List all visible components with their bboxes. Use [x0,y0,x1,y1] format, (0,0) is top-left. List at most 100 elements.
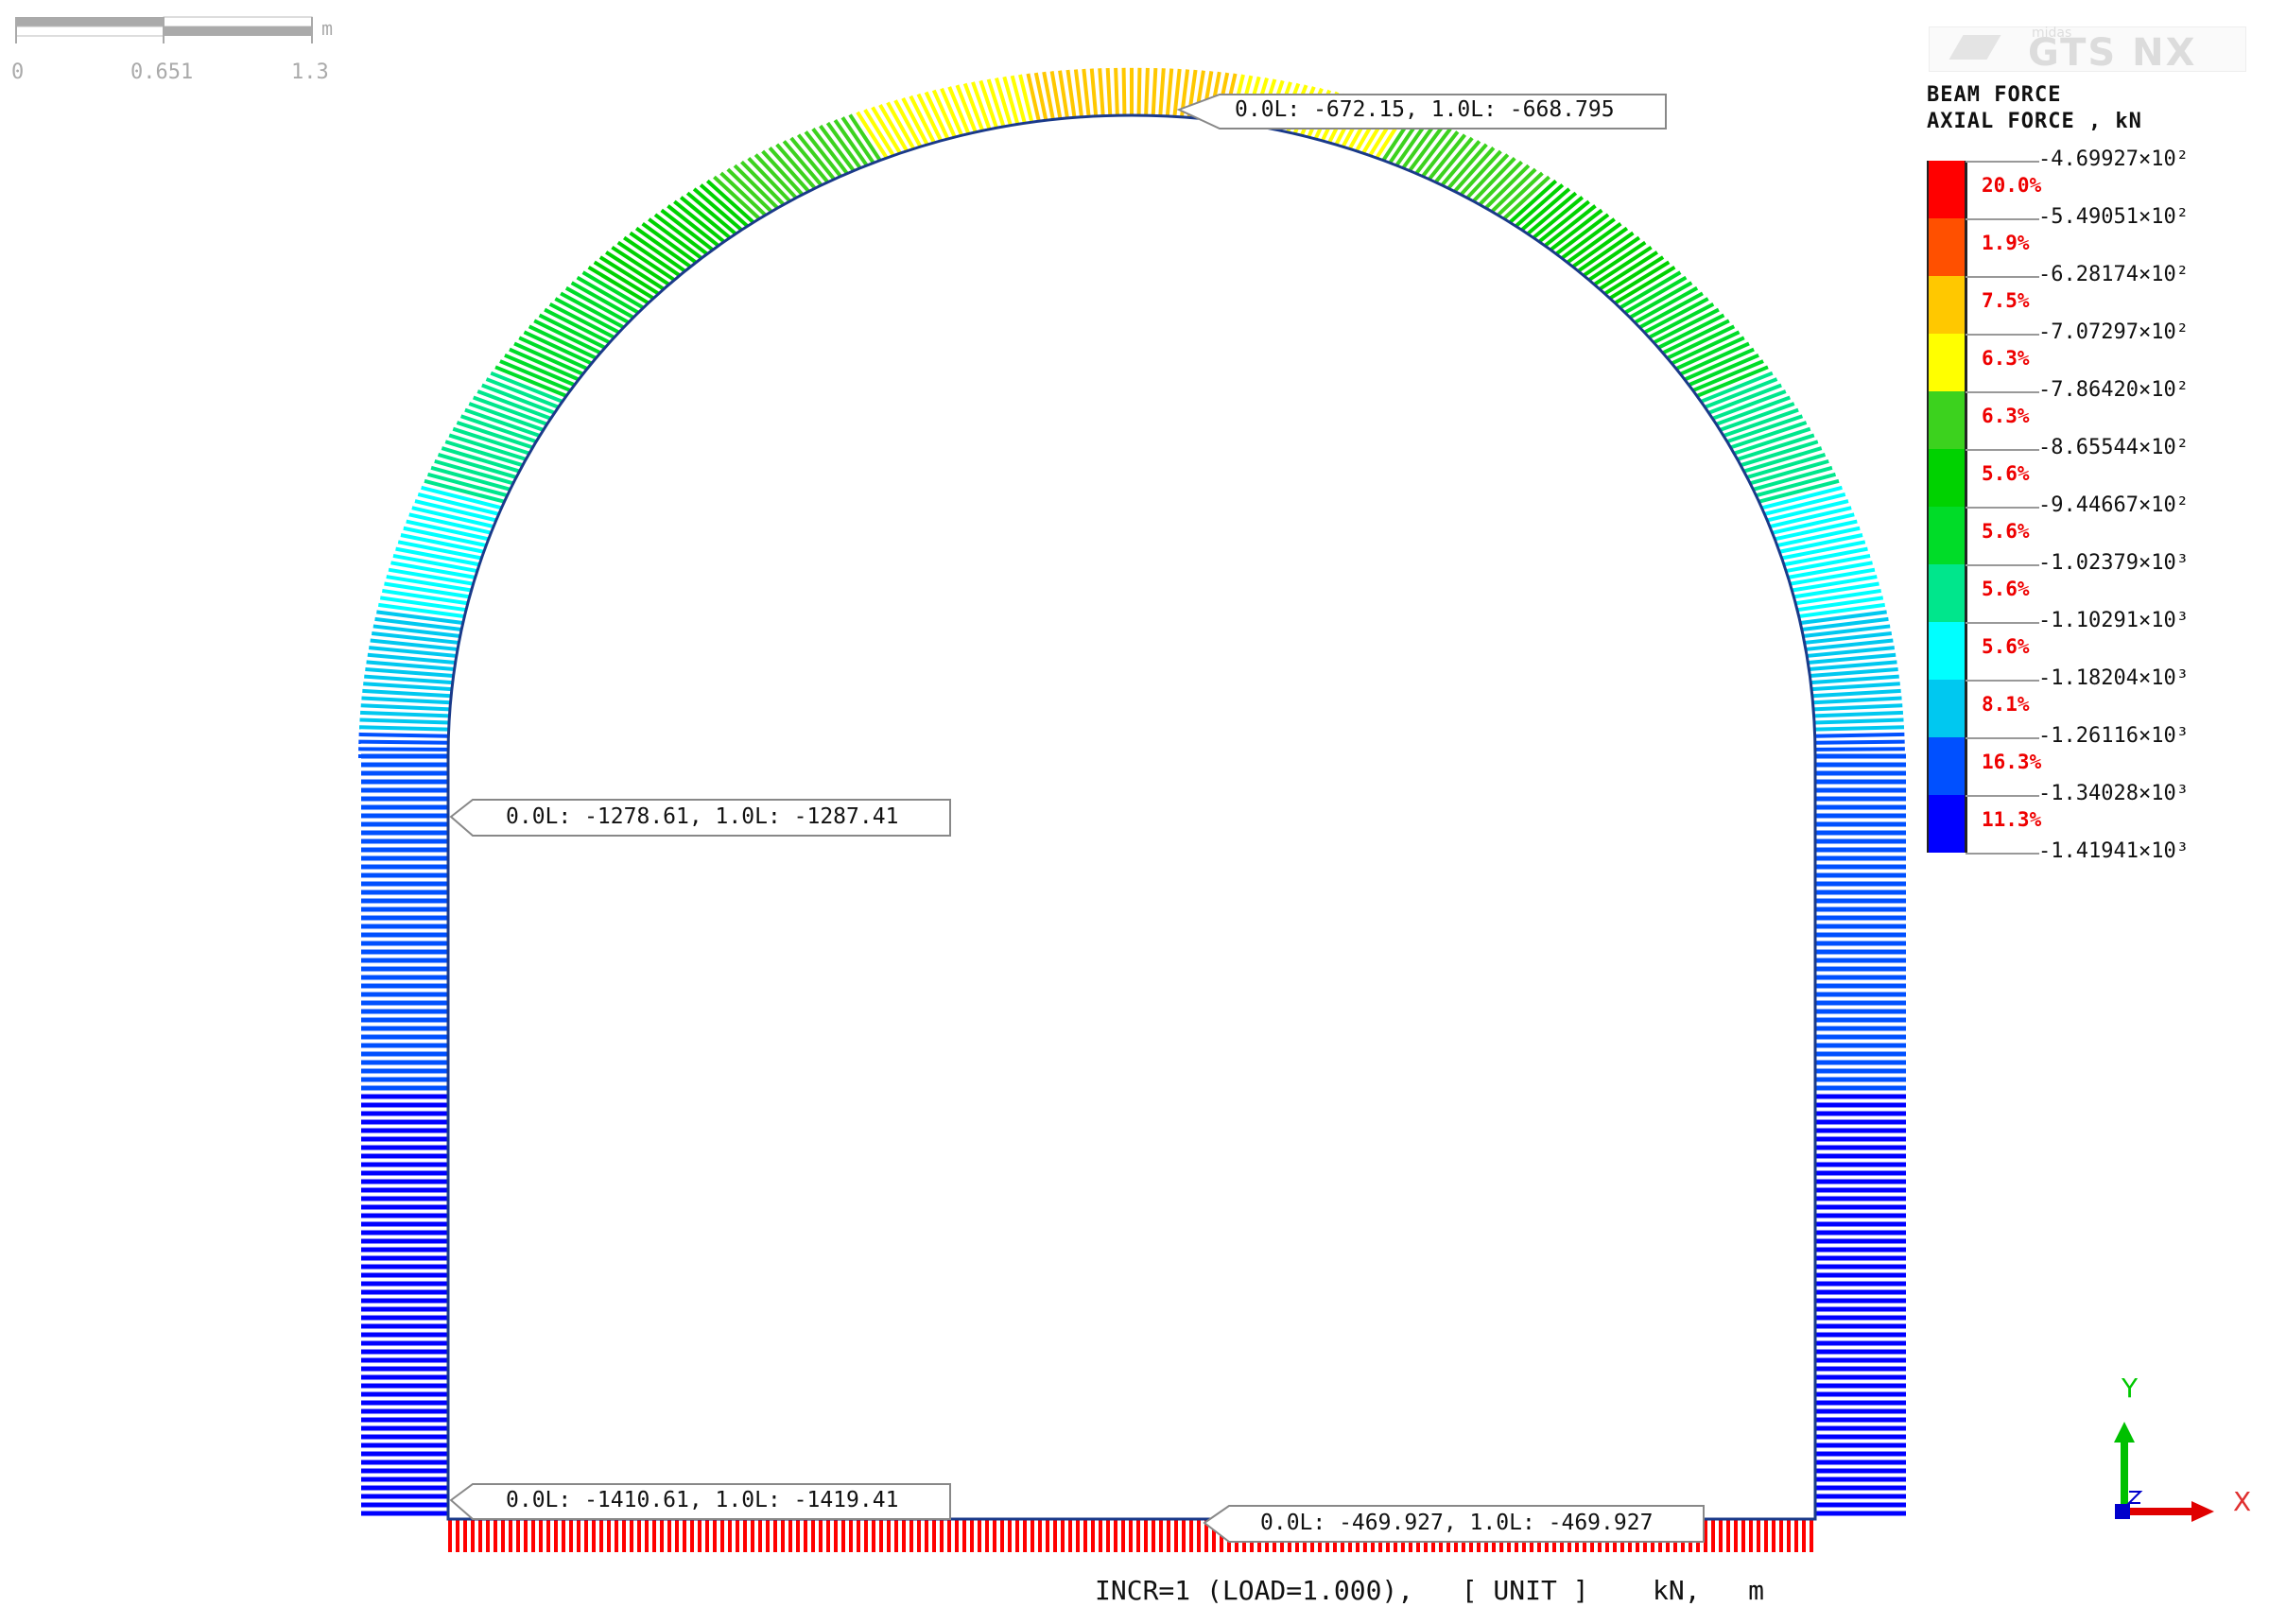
arch-force-bar [1814,739,1905,745]
status-footer: INCR=1 (LOAD=1.000), [ UNIT ] kN, m [1095,1575,1765,1606]
callout-crown: 0.0L: -672.15, 1.0L: -668.795 [1235,97,1615,122]
x-axis-label: X [2233,1486,2252,1517]
legend-band [1927,449,1967,507]
scale-label-max: 1.3 [291,60,329,84]
legend-percent: 11.3% [1982,808,2042,831]
arch-force-bar [365,666,454,679]
legend-tick-label: -6.28174×10² [2038,263,2189,286]
legend-percent: 16.3% [1982,751,2042,773]
arch-force-bar [804,130,842,178]
arch-force-bar [1114,67,1119,116]
arch-force-bar [1704,377,1778,409]
legend-tick-label: -7.86420×10² [2038,378,2189,402]
legend-percent: 5.6% [1982,520,2030,543]
legend-tick-line [1966,276,2039,278]
arch-force-bar [1814,725,1905,732]
arch-force-bar [363,682,453,692]
scale-label-mid: 0.651 [130,60,194,84]
arch-force-bar [979,79,998,130]
legend-band [1927,737,1967,795]
legend-tick-label: -1.02379×10³ [2038,551,2189,575]
logo-mark-icon [1949,35,2001,60]
arch-force-bar [386,575,472,593]
arch-force-bar [1814,732,1905,738]
arch-force-bar [485,377,560,409]
legend-subtitle: AXIAL FORCE , kN [1927,110,2142,133]
arch-force-bar [1158,68,1166,116]
arch-force-bar [358,732,449,738]
legend-band [1927,795,1967,853]
logo-text: GTS NX [2028,31,2197,75]
legend-percent: 5.6% [1982,578,2030,600]
arch-force-bar [1813,710,1904,718]
arch-force-bar [1812,696,1902,705]
legend-tick-label: -7.07297×10² [2038,320,2189,344]
arch-lining-force-diagram [358,67,1905,758]
arch-force-bar [1421,130,1460,178]
legend-band [1927,680,1967,737]
legend-tick-line [1966,218,2039,220]
y-arrow-head-icon [2114,1422,2135,1443]
legend-tick-label: -5.49051×10² [2038,205,2189,229]
legend-tick-line [1966,391,2039,393]
arch-force-bar [1098,68,1105,116]
legend-percent: 8.1% [1982,693,2030,716]
arch-force-bar [1814,747,1905,752]
callout-invert: 0.0L: -469.927, 1.0L: -469.927 [1260,1511,1654,1535]
legend-tick-line [1966,680,2039,682]
arch-force-bar [358,725,449,732]
legend-band [1927,564,1967,622]
arch-force-bar [362,688,452,699]
arch-force-bar [361,696,451,705]
scale-label-0: 0 [11,60,25,84]
arch-force-bar [1810,666,1898,679]
legend-percent: 5.6% [1982,635,2030,658]
arch-force-bar [1144,67,1150,116]
legend-band [1927,276,1967,334]
legend-tick-label: -1.18204×10³ [2038,666,2189,690]
scale-unit: m [321,17,334,40]
legend-tick-line [1966,622,2039,624]
legend-tick-line [1966,507,2039,509]
arch-force-bar [1810,682,1900,692]
legend-percent: 20.0% [1982,174,2042,197]
arch-force-bar [819,124,856,172]
arch-force-bar [1812,703,1903,712]
arch-force-bar [1811,688,1901,699]
legend-band [1927,507,1967,564]
legend-tick-line [1966,853,2039,855]
legend-tick-label: -1.34028×10³ [2038,782,2189,805]
legend-tick-label: -1.41941×10³ [2038,839,2189,863]
legend-band [1927,218,1967,276]
arch-force-bar [359,717,450,725]
arch-force-bar [1165,68,1174,117]
legend-percent: 1.9% [1982,232,2030,254]
axis-triad [2114,1422,2214,1522]
legend-tick-label: -9.44667×10² [2038,493,2189,517]
y-axis-label: Y [2122,1373,2139,1404]
legend-tick-label: -4.69927×10² [2038,147,2189,171]
arch-force-bar [359,710,450,718]
legend-band [1927,161,1967,218]
arch-force-bar [811,128,849,175]
legend-tick-line [1966,449,2039,451]
callout-springline: 0.0L: -1278.61, 1.0L: -1287.41 [506,804,899,829]
arch-force-bar [360,703,451,712]
callout-wall-base: 0.0L: -1410.61, 1.0L: -1419.41 [506,1488,899,1512]
arch-force-bar [1414,128,1452,175]
legend-band [1927,334,1967,391]
arch-force-bar [1089,68,1099,117]
arch-force-bar [1121,67,1127,116]
legend-tick-label: -1.10291×10³ [2038,609,2189,632]
arch-force-bar [358,739,449,745]
arch-force-bar [481,383,556,415]
legend-percent: 6.3% [1982,347,2030,370]
legend-percent: 6.3% [1982,405,2030,427]
arch-force-bar [1700,371,1774,404]
arch-force-bar [986,78,1006,128]
arch-force-bar [1073,69,1084,118]
legend-tick-line [1966,795,2039,797]
arch-force-bar [1065,69,1077,118]
legend-tick-line [1966,334,2039,336]
legend-percent: 5.6% [1982,462,2030,485]
